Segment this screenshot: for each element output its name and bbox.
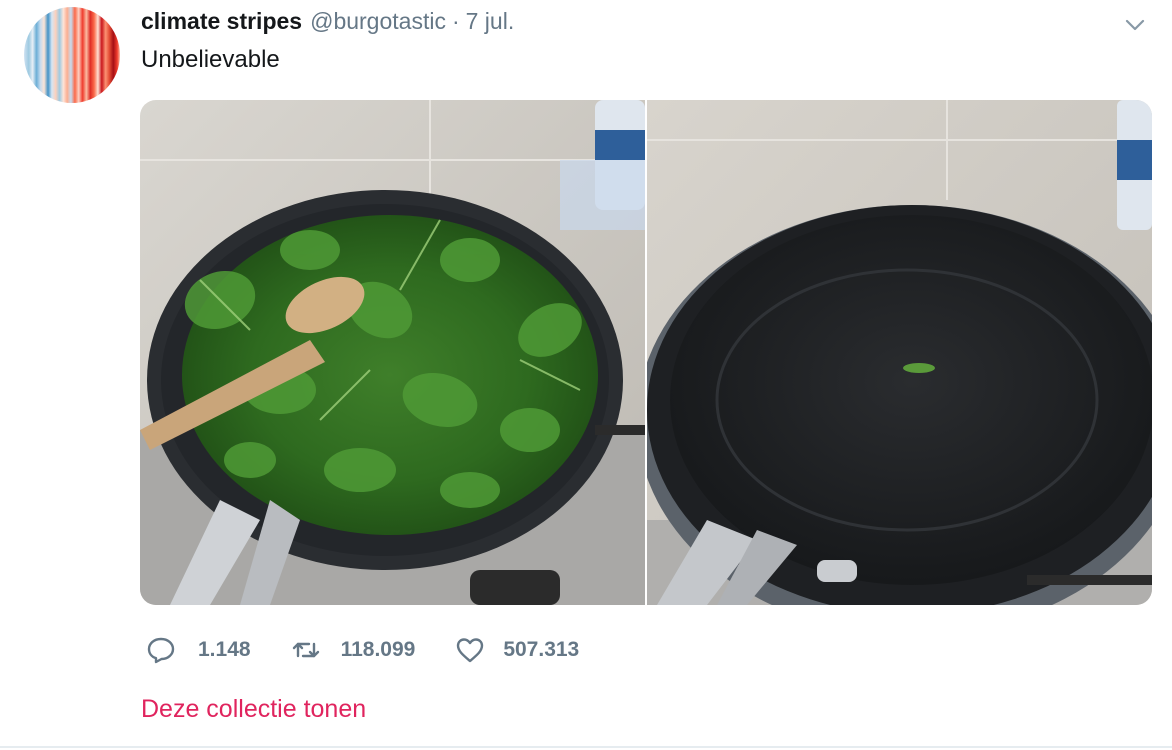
like-count: 507.313 [503,638,580,661]
reply-count: 1.148 [198,638,251,661]
retweet-button[interactable]: 118.099 [291,635,416,665]
tweet-date[interactable]: 7 jul. [466,8,515,35]
divider [0,746,1172,748]
show-collection-link[interactable]: Deze collectie tonen [141,695,366,724]
tweet[interactable]: climate stripes @burgotastic · 7 jul. Un… [0,0,1172,750]
avatar[interactable] [24,7,120,103]
photo-empty-pan[interactable] [647,100,1152,605]
empty-pan-photo [647,100,1152,605]
tweet-actions: 1.148 118.099 507.313 [146,632,619,668]
chevron-down-icon[interactable] [1122,12,1148,38]
author-name[interactable]: climate stripes [141,8,302,35]
header-separator: · [451,8,460,34]
heart-icon [457,638,484,663]
author-handle[interactable]: @burgotastic [310,8,446,35]
like-button[interactable]: 507.313 [455,635,579,665]
retweet-count: 118.099 [340,638,416,661]
reply-icon [147,637,175,664]
pan-full-of-spinach-photo [140,100,645,605]
reply-button[interactable]: 1.148 [146,635,251,665]
retweet-icon [292,642,319,658]
photo-spinach-pan[interactable] [140,100,645,605]
tweet-header: climate stripes @burgotastic · 7 jul. [141,8,514,38]
tweet-text: Unbelievable [141,46,280,73]
media-grid [140,100,1152,605]
